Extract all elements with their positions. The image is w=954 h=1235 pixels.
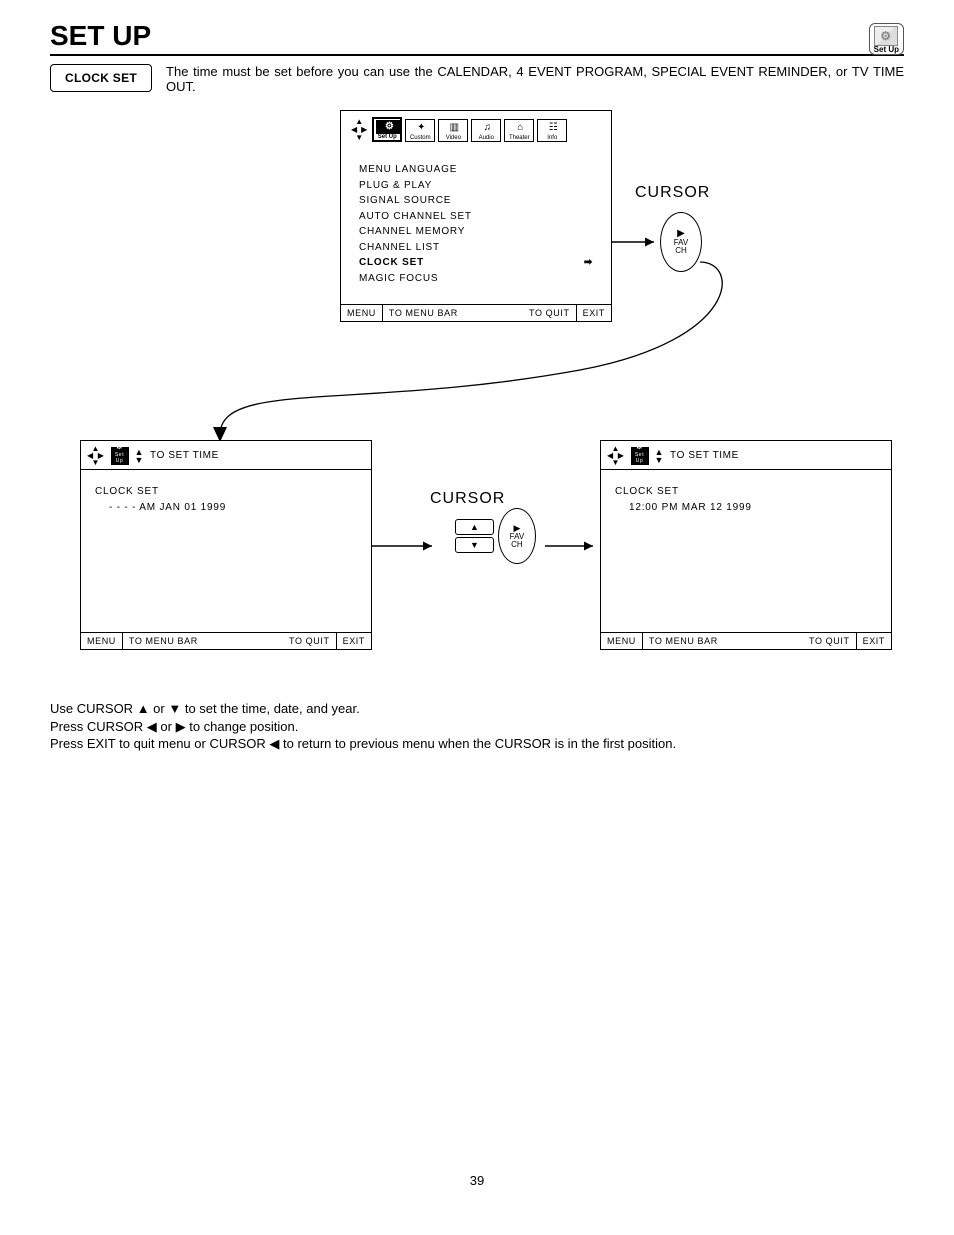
page-title: SET UP [50,20,151,52]
nav-diamond-icon: ▲ ◀▶ ▼ [607,445,625,467]
footer-menu: MENU [81,636,122,646]
tab-label: Audio [474,135,498,141]
page-number: 39 [50,1173,904,1188]
updown-icon: ▲▼ [655,448,665,464]
set-time-label: TO SET TIME [670,450,739,461]
setup-corner-label: Set Up [874,46,899,54]
menu-tab-bar: ▲ ◀▶ ▼ ⚙ Set Up ✦ Custom ▥ Video ♫ Audio… [341,111,611,146]
nav-diamond-icon: ▲ ◀▶ ▼ [349,118,369,142]
footer-exit: EXIT [577,308,611,318]
footer-to-menu-bar: TO MENU BAR [383,308,523,318]
menu-item[interactable]: MENU LANGUAGE [359,162,593,178]
connector-arrow [372,536,442,556]
cursor-updown-cluster: ▲ ▼ ▶ FAV CH [455,508,536,564]
clock-set-box: CLOCK SET [50,64,152,92]
menu-item[interactable]: SIGNAL SOURCE [359,193,593,209]
setup-mini-icon: ⚙ Set Up [111,447,129,465]
intro-row: CLOCK SET The time must be set before yo… [50,64,904,94]
menu-item[interactable]: CHANNEL MEMORY [359,224,593,240]
fav-ch-button-right[interactable]: ▶ FAV CH [660,212,710,272]
clock-value: 12:00 PM MAR 12 1999 [615,500,877,516]
setup-mini-icon: ⚙ Set Up [631,447,649,465]
screen-footer: MENU TO MENU BAR TO QUIT EXIT [81,632,371,649]
left-triangle-icon: ◀ [269,736,279,751]
footer-exit: EXIT [337,636,371,646]
menu-item[interactable]: CHANNEL LIST [359,240,593,256]
connector-arrow [612,232,662,252]
tab-label: Info [540,135,564,141]
diagram-area: ▲ ◀▶ ▼ ⚙ Set Up ✦ Custom ▥ Video ♫ Audio… [50,110,904,690]
custom-tab-icon: ✦ [408,121,434,135]
instructions: Use CURSOR ▲ or ▼ to set the time, date,… [50,700,904,753]
footer-to-quit: TO QUIT [523,308,576,318]
fav-ch-label: FAV CH [510,533,525,549]
clock-body: CLOCK SET - - - - AM JAN 01 1999 [81,470,371,530]
nav-diamond-icon: ▲ ◀▶ ▼ [87,445,105,467]
cursor-up-button[interactable]: ▲ [455,519,494,535]
setup-tab-icon: ⚙ [376,120,402,134]
theater-tab-icon: ⌂ [507,121,533,135]
footer-to-menu-bar: TO MENU BAR [123,636,283,646]
footer-menu: MENU [341,308,382,318]
tab-label: Set Up [376,134,398,140]
clock-set-screen-after: ▲ ◀▶ ▼ ⚙ Set Up ▲▼ TO SET TIME CLOCK SET… [600,440,892,650]
menu-item[interactable]: AUTO CHANNEL SET [359,209,593,225]
footer-to-quit: TO QUIT [803,636,856,646]
tab-audio[interactable]: ♫ Audio [471,119,501,142]
connector-arrow [545,536,603,556]
clock-heading: CLOCK SET [95,484,357,500]
audio-tab-icon: ♫ [474,121,500,135]
arrow-right-icon: ➡ [584,255,593,271]
wrench-tv-icon: ⚙ [874,26,898,46]
set-time-label: TO SET TIME [150,450,219,461]
tab-theater[interactable]: ⌂ Theater [504,119,534,142]
right-triangle-icon: ▶ [176,719,186,734]
screen-footer: MENU TO MENU BAR TO QUIT EXIT [341,304,611,321]
down-triangle-icon: ▼ [168,701,181,716]
footer-menu: MENU [601,636,642,646]
tab-label: Video [441,135,465,141]
instruction-line: Press CURSOR ◀ or ▶ to change position. [50,718,904,736]
intro-text: The time must be set before you can use … [166,64,904,94]
up-triangle-icon: ▲ [137,701,150,716]
clock-body: CLOCK SET 12:00 PM MAR 12 1999 [601,470,891,530]
clock-heading: CLOCK SET [615,484,877,500]
info-tab-icon: ☷ [540,121,566,135]
left-triangle-icon: ◀ [147,719,157,734]
footer-to-menu-bar: TO MENU BAR [643,636,803,646]
menu-screen: ▲ ◀▶ ▼ ⚙ Set Up ✦ Custom ▥ Video ♫ Audio… [340,110,612,322]
clock-set-screen-before: ▲ ◀▶ ▼ ⚙ Set Up ▲▼ TO SET TIME CLOCK SET… [80,440,372,650]
footer-to-quit: TO QUIT [283,636,336,646]
cursor-down-button[interactable]: ▼ [455,537,494,553]
tab-info[interactable]: ☷ Info [537,119,567,142]
fav-ch-button-right[interactable]: ▶ FAV CH [498,508,536,564]
tab-custom[interactable]: ✦ Custom [405,119,435,142]
tab-setup[interactable]: ⚙ Set Up [372,117,402,142]
menu-item-label: CLOCK SET [359,257,424,268]
clock-value: - - - - AM JAN 01 1999 [95,500,357,516]
setup-menu-list: MENU LANGUAGE PLUG & PLAY SIGNAL SOURCE … [341,146,611,286]
set-time-bar: ▲ ◀▶ ▼ ⚙ Set Up ▲▼ TO SET TIME [81,441,371,470]
menu-item[interactable]: PLUG & PLAY [359,178,593,194]
updown-icon: ▲▼ [135,448,145,464]
video-tab-icon: ▥ [441,121,467,135]
tab-video[interactable]: ▥ Video [438,119,468,142]
set-time-bar: ▲ ◀▶ ▼ ⚙ Set Up ▲▼ TO SET TIME [601,441,891,470]
instruction-line: Use CURSOR ▲ or ▼ to set the time, date,… [50,700,904,718]
page-title-row: SET UP ⚙ Set Up [50,20,904,56]
instruction-line: Press EXIT to quit menu or CURSOR ◀ to r… [50,735,904,753]
tab-label: Theater [507,135,531,141]
cursor-label: CURSOR [635,184,710,202]
menu-item-selected[interactable]: CLOCK SET ➡ [359,255,593,271]
cursor-label: CURSOR [430,490,505,508]
footer-exit: EXIT [857,636,891,646]
screen-footer: MENU TO MENU BAR TO QUIT EXIT [601,632,891,649]
fav-ch-label: FAV CH [674,239,689,255]
tab-label: Custom [408,135,432,141]
setup-corner-icon: ⚙ Set Up [869,23,904,55]
menu-item[interactable]: MAGIC FOCUS [359,271,593,287]
